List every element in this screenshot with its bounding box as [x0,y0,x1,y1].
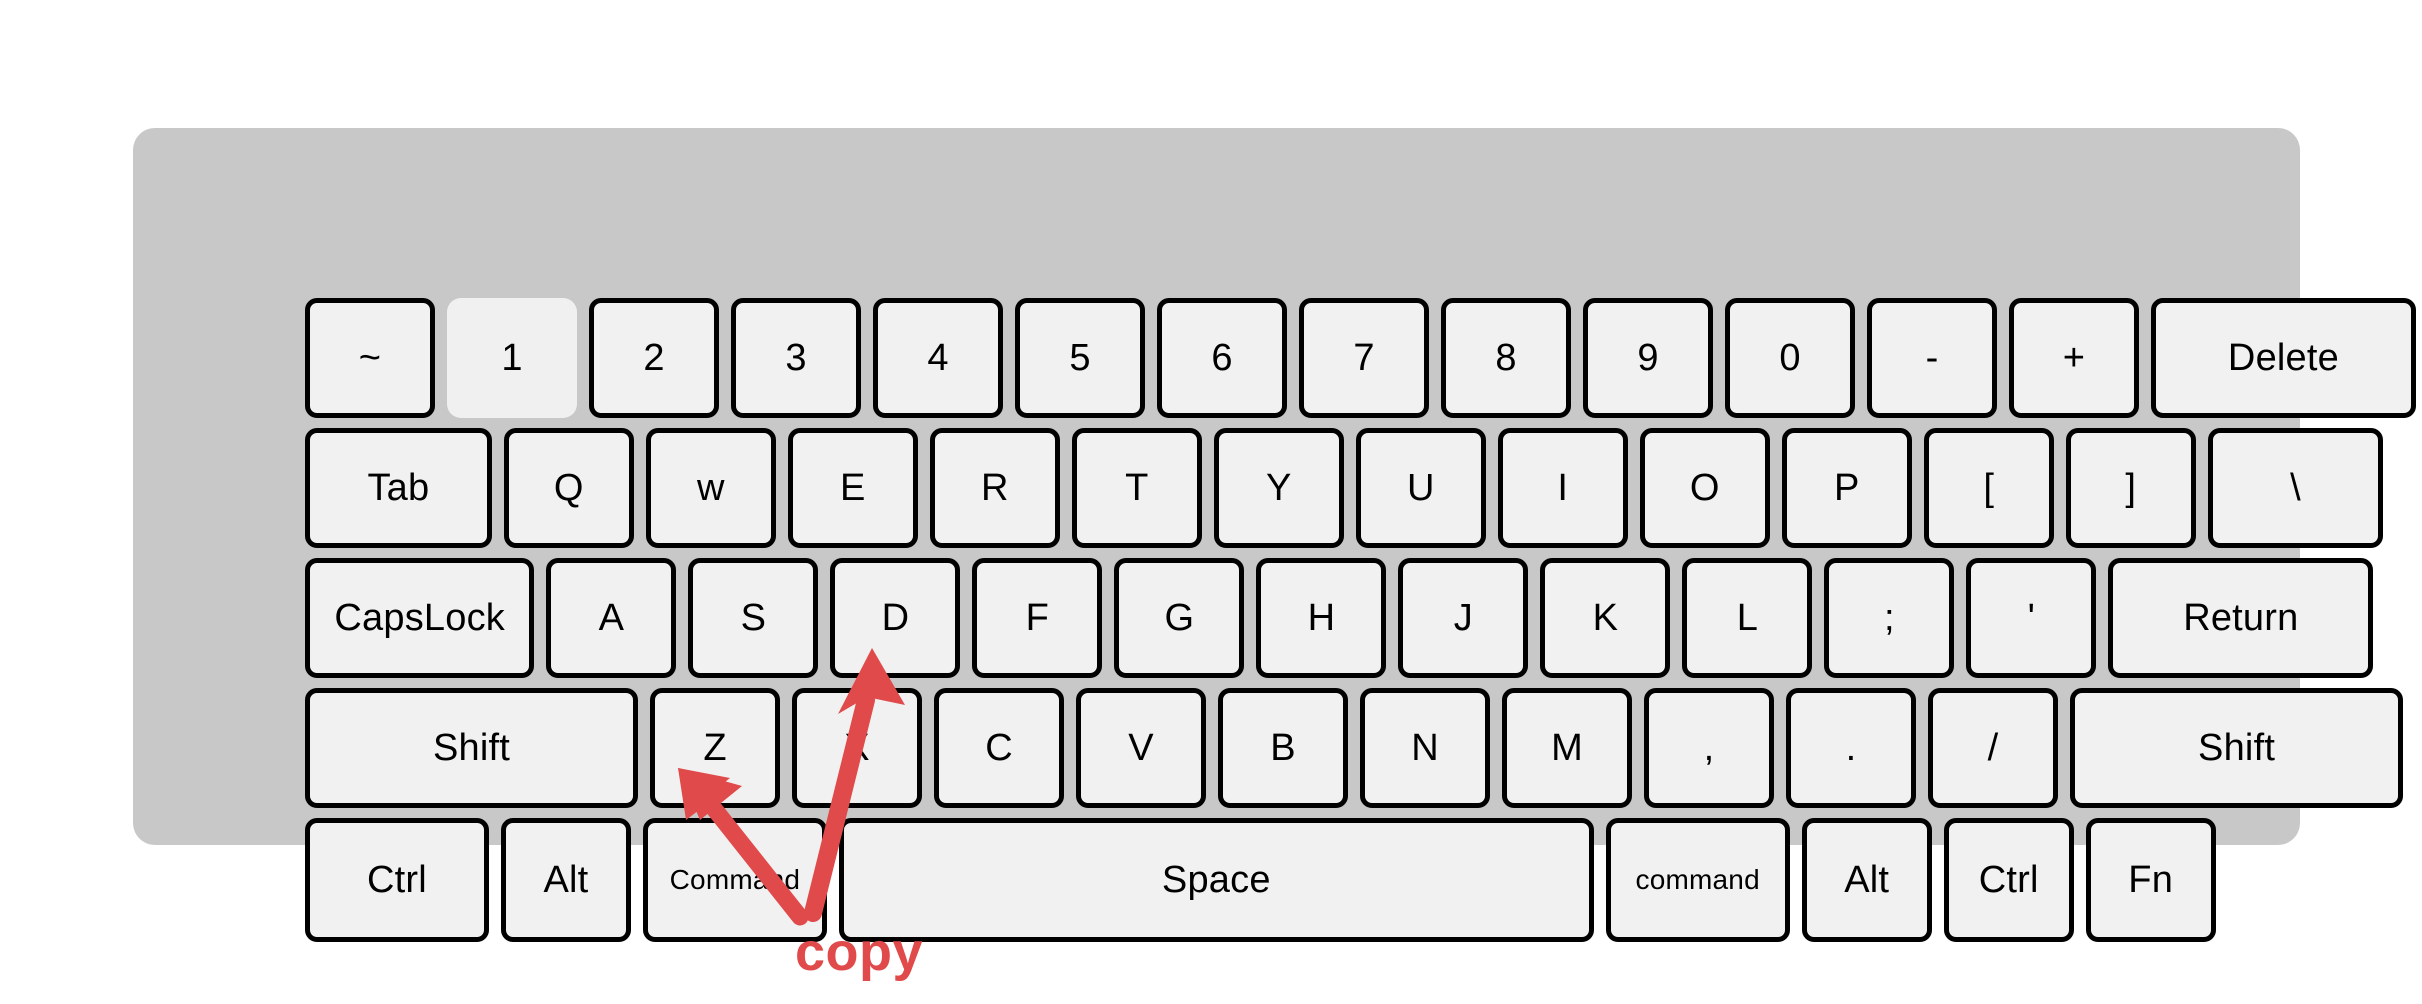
key-0[interactable]: 0 [1725,298,1855,418]
key-plus[interactable]: + [2009,298,2139,418]
key-z[interactable]: Z [650,688,781,808]
key-c[interactable]: C [934,688,1065,808]
key-t[interactable]: T [1071,428,1202,548]
key-shift[interactable]: Shift [305,688,639,808]
key-ctrl[interactable]: Ctrl [1943,818,2074,942]
key-semicolon[interactable]: ; [1824,558,1955,678]
key-backslash[interactable]: \ [2207,428,2384,548]
key-alt[interactable]: Alt [500,818,631,942]
key-return[interactable]: Return [2108,558,2374,678]
key-k[interactable]: K [1540,558,1671,678]
key-2[interactable]: 2 [589,298,719,418]
key-ctrl[interactable]: Ctrl [305,818,489,942]
key-r[interactable]: R [929,428,1060,548]
key-quote[interactable]: ' [1966,558,2097,678]
key-rbracket[interactable]: ] [2065,428,2196,548]
key-4[interactable]: 4 [873,298,1003,418]
key-command[interactable]: command [1605,818,1790,942]
key-g[interactable]: G [1114,558,1245,678]
key-s[interactable]: S [688,558,819,678]
keyboard-row-modifier: Ctrl Alt Command Space command Alt Ctrl Fn [305,818,2395,942]
key-slash[interactable]: / [1928,688,2059,808]
key-8[interactable]: 8 [1441,298,1571,418]
key-f[interactable]: F [972,558,1103,678]
key-b[interactable]: B [1218,688,1349,808]
keyboard-body: ~1 2 3 4 5 6 7 8 9 0- + Delete Tab Qw E R T Y U I O P[] \ Cap… [133,128,2416,942]
key-fn[interactable]: Fn [2085,818,2216,942]
key-space[interactable]: Space [838,818,1594,942]
key-minus[interactable]: - [1867,298,1997,418]
key-tab[interactable]: Tab [305,428,492,548]
key-y[interactable]: Y [1213,428,1344,548]
key-u[interactable]: U [1355,428,1486,548]
key-j[interactable]: J [1398,558,1529,678]
key-shift[interactable]: Shift [2070,688,2404,808]
key-n[interactable]: N [1360,688,1491,808]
key-comma[interactable]: , [1644,688,1775,808]
keyboard-key-grid: ~1 2 3 4 5 6 7 8 9 0- + Delete Tab Qw E R T Y U I O P[] \ Cap… [305,298,2416,942]
key-lbracket[interactable]: [ [1923,428,2054,548]
key-9[interactable]: 9 [1583,298,1713,418]
key-1[interactable]: 1 [447,298,577,418]
key-5[interactable]: 5 [1015,298,1145,418]
key-tilde[interactable]: ~ [305,298,435,418]
key-7[interactable]: 7 [1299,298,1429,418]
key-q[interactable]: Q [503,428,634,548]
key-h[interactable]: H [1256,558,1387,678]
key-v[interactable]: V [1076,688,1207,808]
key-6[interactable]: 6 [1157,298,1287,418]
key-l[interactable]: L [1682,558,1813,678]
keyboard-row-number: ~1 2 3 4 5 6 7 8 9 0- + Delete [305,298,2416,418]
key-capslock[interactable]: CapsLock [305,558,535,678]
key-alt[interactable]: Alt [1801,818,1932,942]
key-delete[interactable]: Delete [2151,298,2416,418]
key-d[interactable]: D [830,558,961,678]
key-o[interactable]: O [1639,428,1770,548]
key-e[interactable]: E [787,428,918,548]
key-3[interactable]: 3 [731,298,861,418]
key-x[interactable]: X [792,688,923,808]
key-w[interactable]: w [645,428,776,548]
key-a[interactable]: A [546,558,677,678]
keyboard-row-home: CapsLock A S D F G H J K L; ' Return [305,558,2395,678]
key-period[interactable]: . [1786,688,1917,808]
key-p[interactable]: P [1781,428,1912,548]
key-m[interactable]: M [1502,688,1633,808]
keyboard-row-qwerty: Tab Qw E R T Y U I O P[] \ [305,428,2395,548]
copy-annotation-label: copy [795,922,924,982]
key-i[interactable]: I [1497,428,1628,548]
keyboard-row-shift: Shift Z X C V B N M,. / Shift [305,688,2404,808]
